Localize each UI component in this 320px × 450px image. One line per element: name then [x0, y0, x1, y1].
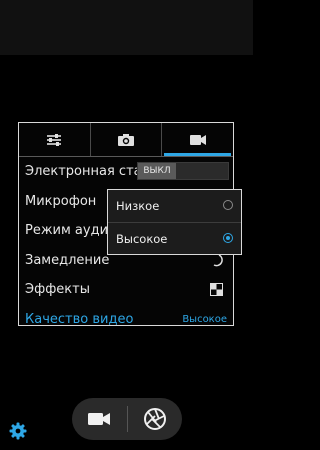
camera-controls: [72, 398, 182, 440]
setting-label: Качество видео: [25, 311, 134, 327]
toggle-knob: ВЫКЛ: [138, 163, 176, 179]
setting-label: Замедление: [25, 252, 110, 268]
video-camera-icon: [88, 413, 111, 425]
setting-row-video-quality[interactable]: Качество видео Высокое: [19, 305, 233, 335]
option-high[interactable]: Высокое: [108, 222, 241, 255]
gear-icon: [9, 422, 27, 440]
tab-general-settings[interactable]: [19, 123, 90, 156]
shutter-icon: [143, 408, 166, 430]
setting-label: Эффекты: [25, 282, 90, 298]
stabilization-toggle[interactable]: ВЫКЛ: [137, 162, 229, 180]
video-quality-value: Высокое: [182, 313, 227, 325]
radio-button-checked-icon[interactable]: [223, 233, 233, 243]
camera-icon: [118, 133, 134, 146]
setting-label: Режим аудио: [25, 223, 116, 239]
radio-button-icon[interactable]: [223, 200, 233, 210]
video-mode-button[interactable]: [72, 398, 127, 440]
effects-icon: [210, 283, 223, 296]
settings-tabs: [19, 123, 233, 156]
setting-label: Электронная стабилизация: [25, 164, 137, 180]
setting-row-stabilization[interactable]: Электронная стабилизация ВЫКЛ: [19, 157, 233, 187]
settings-button[interactable]: [9, 422, 27, 444]
tab-photo-settings[interactable]: [89, 123, 162, 156]
video-camera-icon: [189, 134, 206, 145]
quality-options-popup: Низкое Высокое: [107, 189, 242, 255]
option-label: Высокое: [116, 232, 168, 246]
tab-video-settings[interactable]: [161, 123, 233, 156]
option-low[interactable]: Низкое: [108, 190, 241, 222]
setting-row-effects[interactable]: Эффекты: [19, 275, 233, 305]
status-bar: [0, 0, 253, 55]
sliders-icon: [47, 133, 62, 146]
setting-label: Микрофон: [25, 193, 97, 209]
option-label: Низкое: [116, 199, 160, 213]
shutter-button[interactable]: [128, 398, 183, 440]
